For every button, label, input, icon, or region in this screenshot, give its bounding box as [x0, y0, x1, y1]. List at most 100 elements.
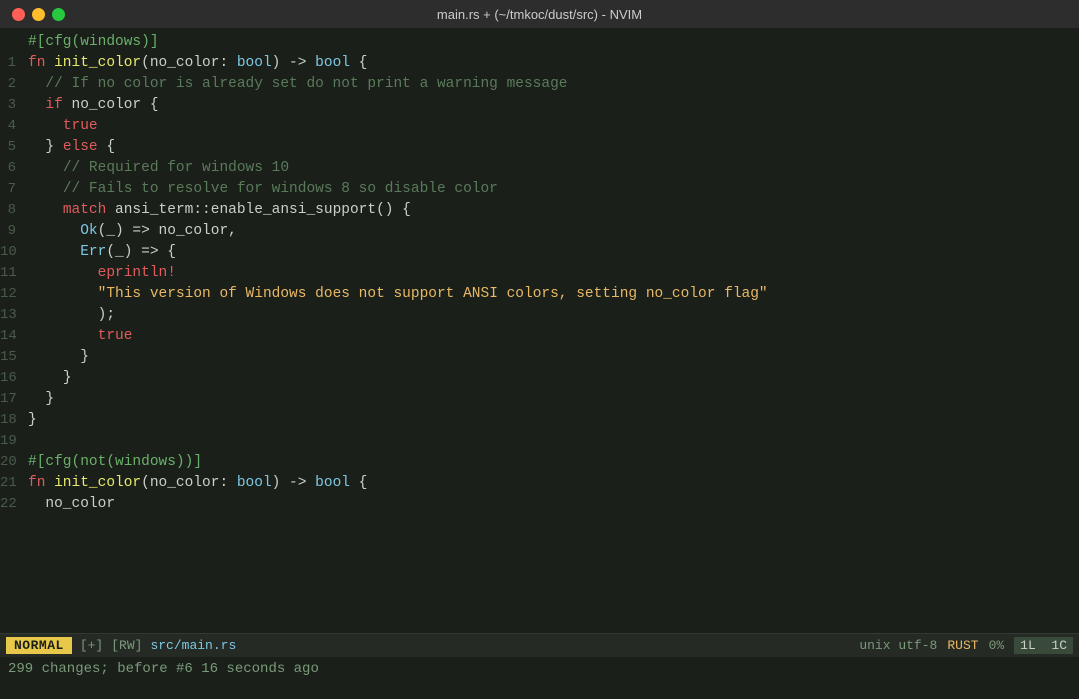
- token: );: [98, 307, 115, 323]
- code-line: 9 Ok(_) => no_color,: [0, 221, 1079, 242]
- line-number: 9: [0, 221, 28, 241]
- code-line: 21fn init_color(no_color: bool) -> bool …: [0, 473, 1079, 494]
- line-content: Err(_) => {: [28, 242, 176, 263]
- token: "This version of Windows does not suppor…: [98, 286, 768, 302]
- minimize-button[interactable]: [32, 8, 45, 21]
- encoding: unix utf-8: [859, 638, 937, 653]
- token: eprintln!: [98, 265, 176, 281]
- status-bar: NORMAL [+] [RW] src/main.rs unix utf-8 R…: [0, 633, 1079, 657]
- token: }: [28, 412, 37, 428]
- code-line: 8 match ansi_term::enable_ansi_support()…: [0, 200, 1079, 221]
- close-button[interactable]: [12, 8, 25, 21]
- line-number: 22: [0, 494, 28, 514]
- token: Ok: [80, 223, 97, 239]
- line-number: 10: [0, 242, 28, 262]
- cmd-text: 299 changes; before #6 16 seconds ago: [8, 661, 319, 677]
- token: fn: [28, 55, 54, 71]
- rw-indicator: [RW]: [111, 638, 142, 653]
- token: fn: [28, 475, 54, 491]
- line-number: 7: [0, 179, 28, 199]
- title-bar: main.rs + (~/tmkoc/dust/src) - NVIM: [0, 0, 1079, 28]
- token: // If no color is already set do not pri…: [45, 76, 567, 92]
- line-content: #[cfg(windows)]: [28, 32, 159, 53]
- token: #[cfg(not(windows))]: [28, 454, 202, 470]
- line-content: }: [28, 389, 54, 410]
- line-content: fn init_color(no_color: bool) -> bool {: [28, 53, 367, 74]
- code-line: 6 // Required for windows 10: [0, 158, 1079, 179]
- token: {: [350, 55, 367, 71]
- line-content: fn init_color(no_color: bool) -> bool {: [28, 473, 367, 494]
- line-content: true: [28, 326, 132, 347]
- code-line: 11 eprintln!: [0, 263, 1079, 284]
- line-number: 19: [0, 431, 28, 451]
- code-line: 16 }: [0, 368, 1079, 389]
- filename: src/main.rs: [150, 638, 236, 653]
- line-number: 4: [0, 116, 28, 136]
- token: else: [63, 139, 98, 155]
- code-line: 13 );: [0, 305, 1079, 326]
- code-line: 14 true: [0, 326, 1079, 347]
- token: if: [45, 97, 62, 113]
- editor-area[interactable]: #[cfg(windows)] 1fn init_color(no_color: …: [0, 28, 1079, 633]
- line-content: match ansi_term::enable_ansi_support() {: [28, 200, 411, 221]
- line-content: if no_color {: [28, 95, 159, 116]
- code-line: 10 Err(_) => {: [0, 242, 1079, 263]
- token: match: [63, 202, 107, 218]
- line-number: 14: [0, 326, 28, 346]
- token: init_color: [54, 55, 141, 71]
- token: #[cfg(windows)]: [28, 34, 159, 50]
- token: {: [98, 139, 115, 155]
- line-number: 2: [0, 74, 28, 94]
- line-number: 18: [0, 410, 28, 430]
- token: }: [45, 391, 54, 407]
- line-content: }: [28, 347, 89, 368]
- window-title: main.rs + (~/tmkoc/dust/src) - NVIM: [437, 7, 642, 22]
- line-content: true: [28, 116, 98, 137]
- maximize-button[interactable]: [52, 8, 65, 21]
- code-line: 1fn init_color(no_color: bool) -> bool {: [0, 53, 1079, 74]
- code-line: 5 } else {: [0, 137, 1079, 158]
- token: // Required for windows 10: [63, 160, 289, 176]
- token: ansi_term::enable_ansi_support() {: [106, 202, 411, 218]
- token: ) ->: [272, 475, 316, 491]
- token: Err: [80, 244, 106, 260]
- line-number: 16: [0, 368, 28, 388]
- token: }: [63, 370, 72, 386]
- mode-badge: NORMAL: [6, 637, 72, 654]
- token: no_color {: [63, 97, 159, 113]
- line-number: 12: [0, 284, 28, 304]
- line-content: no_color: [28, 494, 115, 515]
- line-content: Ok(_) => no_color,: [28, 221, 237, 242]
- token: true: [63, 118, 98, 134]
- line-content: );: [28, 305, 115, 326]
- token: (no_color:: [141, 55, 237, 71]
- line-number: 17: [0, 389, 28, 409]
- code-line: 17 }: [0, 389, 1079, 410]
- filetype: RUST: [947, 638, 978, 653]
- line-number: 20: [0, 452, 28, 472]
- code-line: #[cfg(windows)]: [0, 32, 1079, 53]
- token: }: [80, 349, 89, 365]
- token: (no_color:: [141, 475, 237, 491]
- cmd-line: 299 changes; before #6 16 seconds ago: [0, 657, 1079, 681]
- code-line: 15 }: [0, 347, 1079, 368]
- token: bool: [315, 55, 350, 71]
- token: ) ->: [272, 55, 316, 71]
- window-controls: [12, 8, 65, 21]
- token: bool: [315, 475, 350, 491]
- token: {: [350, 475, 367, 491]
- token: (_) => {: [106, 244, 176, 260]
- line-content: }: [28, 410, 37, 431]
- line-content: }: [28, 368, 72, 389]
- code-line: 20#[cfg(not(windows))]: [0, 452, 1079, 473]
- token: no_color: [45, 496, 115, 512]
- token: bool: [237, 55, 272, 71]
- line-number: 3: [0, 95, 28, 115]
- code-line: 3 if no_color {: [0, 95, 1079, 116]
- scroll-percent: 0%: [989, 638, 1005, 653]
- line-number: 5: [0, 137, 28, 157]
- token: // Fails to resolve for windows 8 so dis…: [63, 181, 498, 197]
- token: bool: [237, 475, 272, 491]
- line-number: 11: [0, 263, 28, 283]
- line-col: 1L 1C: [1014, 637, 1073, 654]
